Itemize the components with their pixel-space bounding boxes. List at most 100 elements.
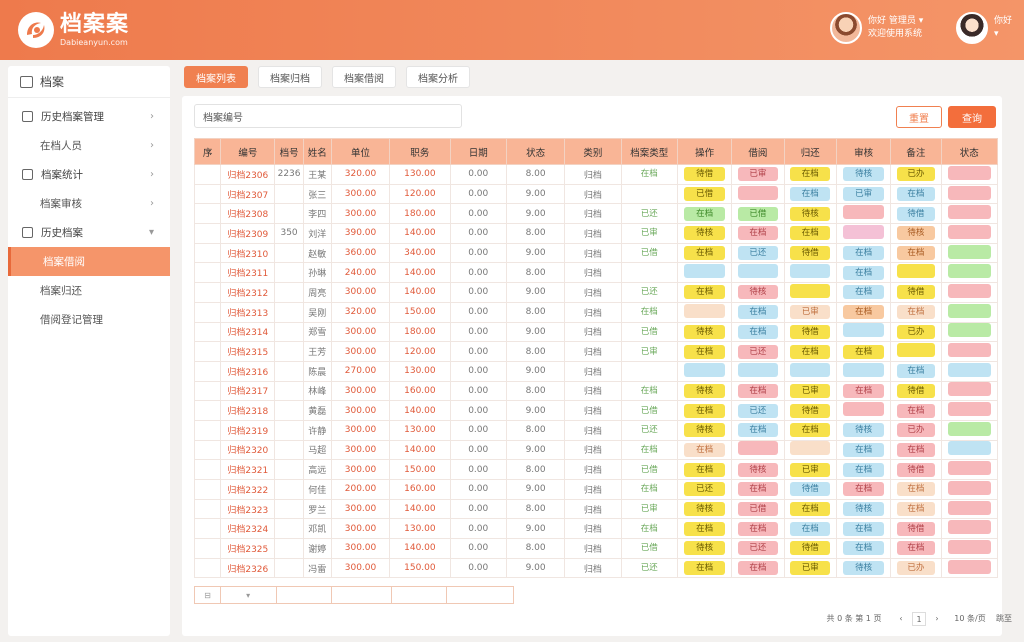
status-badge[interactable]: 在档	[842, 344, 885, 359]
status-badge[interactable]	[947, 165, 991, 180]
status-badge[interactable]	[947, 480, 991, 495]
status-badge[interactable]: 在档	[896, 403, 935, 418]
status-badge[interactable]	[947, 283, 991, 298]
status-badge[interactable]	[842, 362, 885, 377]
status-badge[interactable]: 已借	[738, 502, 778, 517]
status-badge[interactable]: 待核	[683, 541, 726, 556]
table-row[interactable]: 归档2313 吴刚 320.00 150.00 0.00 8.00 归档 在档 在档 已审 在档 在档	[193, 301, 999, 323]
status-badge[interactable]: 在档	[738, 305, 778, 320]
status-badge[interactable]: 在档	[738, 423, 778, 438]
table-row[interactable]: 归档2326 冯雷 300.00 150.00 0.00 9.00 归档 已还 在档 在档 已审 待核…	[193, 557, 999, 579]
table-row[interactable]: 归档2322 何佳 200.00 160.00 0.00 9.00 归档 在档 已还 在档 待借 在档…	[193, 479, 999, 500]
status-badge[interactable]: 在档	[842, 541, 885, 556]
status-badge[interactable]: 待借	[790, 541, 831, 556]
status-badge[interactable]: 待核	[842, 561, 885, 576]
status-badge[interactable]	[947, 343, 991, 358]
status-badge[interactable]: 已还	[683, 482, 726, 497]
status-badge[interactable]: 待借	[790, 403, 831, 418]
table-row[interactable]: 归档2306 2236 王某 320.00 130.00 0.00 8.00 归档 在档 待借 已审…	[193, 164, 999, 185]
status-badge[interactable]	[947, 461, 991, 476]
status-badge[interactable]	[947, 303, 991, 318]
status-badge[interactable]	[842, 224, 885, 239]
status-badge[interactable]	[896, 343, 935, 358]
status-badge[interactable]	[947, 520, 991, 535]
status-badge[interactable]	[790, 264, 831, 279]
status-badge[interactable]: 待借	[790, 482, 831, 497]
status-badge[interactable]: 已还	[738, 541, 778, 556]
status-badge[interactable]	[947, 402, 991, 417]
table-row[interactable]: 归档2325 谢婷 300.00 140.00 0.00 8.00 归档 已借 待核 已还 待借 在档…	[193, 538, 999, 559]
status-badge[interactable]: 在档	[842, 285, 885, 300]
status-badge[interactable]: 待借	[790, 324, 831, 339]
status-badge[interactable]: 在档	[896, 541, 935, 556]
status-badge[interactable]: 已还	[738, 403, 778, 418]
table-row[interactable]: 归档2308 李四 300.00 180.00 0.00 9.00 归档 已还 在档 已借 待核 待借	[193, 203, 999, 225]
table-row[interactable]: 归档2321 高远 300.00 150.00 0.00 8.00 归档 已借 在档 待核 已审 在档…	[193, 459, 999, 480]
status-badge[interactable]: 在档	[738, 324, 778, 339]
status-badge[interactable]: 待核	[683, 423, 726, 438]
status-badge[interactable]: 在档	[790, 521, 831, 536]
status-badge[interactable]: 在档	[790, 344, 831, 359]
status-badge[interactable]: 在档	[842, 305, 885, 320]
status-badge[interactable]: 已办	[896, 167, 935, 182]
user-menu[interactable]: 你好 管理员 ▾ 欢迎使用系统	[830, 12, 923, 44]
status-badge[interactable]: 在档	[683, 561, 726, 576]
table-row[interactable]: 归档2307 张三 300.00 120.00 0.00 9.00 归档 已借 在档 已审 在档	[193, 183, 999, 205]
table-row[interactable]: 归档2310 赵敏 360.00 340.00 0.00 9.00 归档 已借 在档 已还 待借 在档…	[193, 242, 999, 264]
status-badge[interactable]: 待核	[842, 167, 885, 182]
status-badge[interactable]	[842, 323, 885, 338]
status-badge[interactable]	[790, 441, 831, 456]
page-number[interactable]: 1	[912, 612, 926, 626]
status-badge[interactable]: 在档	[896, 364, 935, 379]
table-row[interactable]: 归档2315 王芳 300.00 120.00 0.00 8.00 归档 已审 在档 已还 在档 在档	[193, 341, 999, 362]
sidebar-item-register[interactable]: 借阅登记管理	[8, 305, 170, 334]
status-badge[interactable]: 在档	[683, 442, 726, 457]
status-badge[interactable]	[896, 264, 935, 279]
table-row[interactable]: 归档2312 周亮 300.00 140.00 0.00 9.00 归档 已还 在档 待核 在档 待借	[193, 282, 999, 303]
status-badge[interactable]: 已办	[896, 561, 935, 576]
status-badge[interactable]: 待借	[896, 206, 935, 221]
status-badge[interactable]: 待借	[683, 167, 726, 182]
user-menu-2[interactable]: 你好 ▾	[956, 12, 1012, 44]
status-badge[interactable]: 已审	[842, 187, 885, 202]
status-badge[interactable]	[738, 185, 778, 200]
status-badge[interactable]	[947, 559, 991, 574]
status-badge[interactable]	[947, 421, 991, 436]
status-badge[interactable]	[790, 362, 831, 377]
status-badge[interactable]: 已审	[790, 462, 831, 477]
status-badge[interactable]: 在档	[790, 167, 831, 182]
page-size-select[interactable]: ▾	[221, 587, 277, 603]
status-badge[interactable]: 在档	[738, 383, 778, 398]
status-badge[interactable]: 在档	[842, 383, 885, 398]
status-badge[interactable]: 待借	[896, 521, 935, 536]
tab-list[interactable]: 档案列表	[184, 66, 248, 88]
tab-analysis[interactable]: 档案分析	[406, 66, 470, 88]
table-row[interactable]: 归档2318 黄磊 300.00 140.00 0.00 9.00 归档 已借 在档 已还 待借 在档	[193, 400, 999, 421]
status-badge[interactable]: 在档	[842, 462, 885, 477]
sidebar-item-archive[interactable]: 历史档案 ▾	[8, 218, 170, 247]
status-badge[interactable]	[947, 205, 991, 220]
status-badge[interactable]: 待核	[683, 226, 726, 241]
status-badge[interactable]: 在档	[896, 305, 935, 320]
status-badge[interactable]	[947, 264, 991, 279]
status-badge[interactable]	[947, 362, 991, 377]
sidebar-item-history[interactable]: 历史档案管理 ›	[8, 102, 170, 131]
status-badge[interactable]	[947, 441, 991, 456]
status-badge[interactable]: 待借	[896, 462, 935, 477]
sidebar-item-review[interactable]: 档案审核 ›	[8, 189, 170, 218]
status-badge[interactable]: 在档	[896, 482, 935, 497]
status-badge[interactable]	[842, 402, 885, 417]
avatar-2[interactable]	[956, 12, 988, 44]
status-badge[interactable]: 在档	[738, 482, 778, 497]
sidebar-item-stats[interactable]: 档案统计 ›	[8, 160, 170, 189]
status-badge[interactable]: 在档	[896, 246, 935, 261]
status-badge[interactable]: 已还	[738, 344, 778, 359]
status-badge[interactable]: 在档	[842, 442, 885, 457]
status-badge[interactable]	[947, 382, 991, 397]
status-badge[interactable]	[738, 441, 778, 456]
status-badge[interactable]: 已还	[738, 246, 778, 261]
status-badge[interactable]: 在档	[790, 187, 831, 202]
status-badge[interactable]	[683, 362, 726, 377]
status-badge[interactable]: 已借	[738, 206, 778, 221]
sidebar-item-borrow[interactable]: 档案借阅	[8, 247, 170, 276]
